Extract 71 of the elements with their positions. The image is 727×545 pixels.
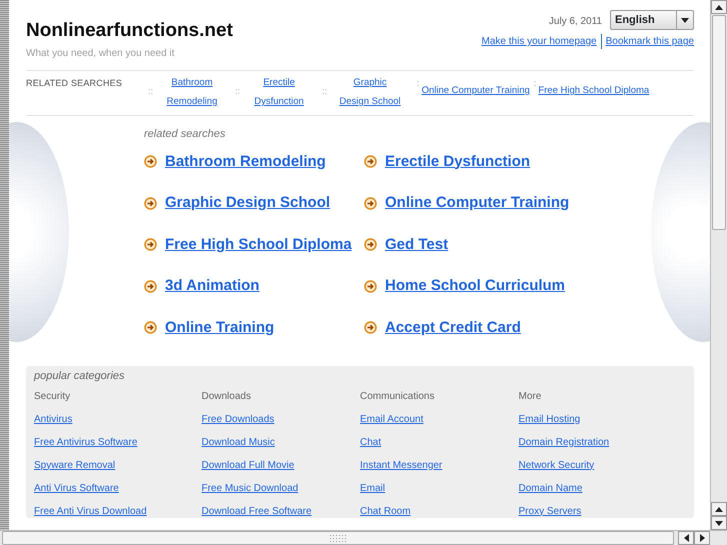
related-link[interactable]: Free High School Diploma bbox=[538, 84, 650, 98]
category-link[interactable]: Download Free Software bbox=[201, 506, 312, 516]
section-heading: popular categories bbox=[34, 369, 126, 384]
arrow-circle-icon bbox=[144, 155, 157, 168]
search-link[interactable]: Erectile Dysfunction bbox=[385, 150, 530, 173]
category-link[interactable]: Chat bbox=[360, 436, 382, 448]
date-text: July 6, 2011 bbox=[548, 15, 602, 29]
arrow-circle-icon bbox=[144, 280, 157, 293]
category-link[interactable]: Free Anti Virus Download bbox=[34, 506, 147, 516]
up-arrow-icon bbox=[715, 4, 723, 10]
related-link[interactable]: Online Computer Training bbox=[422, 84, 530, 98]
category-title: Security bbox=[34, 390, 72, 404]
down-arrow-icon bbox=[715, 520, 723, 526]
category-title: More bbox=[518, 390, 542, 404]
category-link[interactable]: Chat Room bbox=[360, 506, 411, 516]
arrow-circle-icon bbox=[364, 280, 377, 293]
left-arrow-icon bbox=[684, 534, 688, 542]
search-link[interactable]: Graphic Design School bbox=[165, 192, 330, 214]
arrow-circle-icon bbox=[364, 238, 377, 252]
search-link[interactable]: Ged Test bbox=[385, 234, 448, 256]
separator: :: bbox=[321, 85, 328, 98]
arrow-circle-icon bbox=[364, 321, 377, 334]
section-heading: related searches bbox=[144, 127, 226, 142]
arrow-circle-icon bbox=[364, 155, 377, 168]
category-link[interactable]: Network Security bbox=[518, 460, 594, 470]
vertical-scrollbar[interactable] bbox=[710, 0, 727, 530]
up-arrow-icon bbox=[715, 506, 723, 512]
caret-icon bbox=[681, 18, 689, 22]
separator: : bbox=[416, 77, 421, 90]
category-link[interactable]: Instant Messenger bbox=[360, 460, 442, 470]
category-link[interactable]: Spyware Removal bbox=[34, 460, 116, 470]
arrow-circle-icon bbox=[144, 321, 157, 334]
site-tagline: What you need, when you need it bbox=[26, 46, 176, 61]
separator: :: bbox=[234, 85, 240, 98]
header-link[interactable]: Make this your homepage bbox=[482, 34, 597, 49]
category-link[interactable]: Antivirus bbox=[34, 414, 72, 424]
arrow-circle-icon bbox=[364, 196, 377, 210]
search-link[interactable]: Bathroom Remodeling bbox=[165, 150, 326, 173]
related-link[interactable]: Erectile Dysfunction bbox=[240, 73, 318, 111]
category-title: Communications bbox=[360, 390, 436, 404]
site-title: Nonlinearfunctions.net bbox=[26, 21, 233, 42]
search-link[interactable]: Accept Credit Card bbox=[385, 316, 521, 339]
category-link[interactable]: Email Account bbox=[360, 414, 424, 424]
category-title: Downloads bbox=[201, 390, 252, 404]
category-link[interactable]: Free Antivirus Software bbox=[34, 436, 138, 448]
category-link[interactable]: Domain Name bbox=[518, 482, 582, 494]
search-link[interactable]: Online Training bbox=[165, 316, 274, 339]
arrow-circle-icon bbox=[144, 196, 157, 210]
category-link[interactable]: Download Music bbox=[201, 436, 275, 448]
category-link[interactable]: Email bbox=[360, 482, 386, 494]
search-link[interactable]: Home School Curriculum bbox=[385, 275, 566, 298]
header-link[interactable]: Bookmark this page bbox=[600, 34, 694, 49]
arrow-circle-icon bbox=[144, 238, 157, 252]
category-link[interactable]: Free Downloads bbox=[201, 414, 274, 424]
category-link[interactable]: Download Full Movie bbox=[201, 460, 294, 470]
category-link[interactable]: Email Hosting bbox=[518, 414, 580, 424]
search-link[interactable]: 3d Animation bbox=[165, 275, 260, 298]
right-arrow-icon bbox=[700, 534, 704, 542]
search-link[interactable]: Online Computer Training bbox=[385, 192, 570, 214]
language-select[interactable]: English bbox=[610, 10, 694, 30]
category-link[interactable]: Free Music Download bbox=[201, 482, 298, 494]
related-link[interactable]: Bathroom Remodeling bbox=[153, 73, 232, 111]
category-link[interactable]: Proxy Servers bbox=[518, 506, 582, 516]
scrollbar-thumb[interactable] bbox=[712, 15, 726, 230]
category-link[interactable]: Anti Virus Software bbox=[34, 482, 119, 494]
category-link[interactable]: Domain Registration bbox=[518, 436, 610, 448]
separator: : bbox=[532, 77, 538, 90]
search-link[interactable]: Free High School Diploma bbox=[165, 234, 352, 256]
bar-label: RELATED SEARCHES bbox=[26, 77, 124, 90]
separator: :: bbox=[147, 85, 154, 98]
related-link[interactable]: Graphic Design School bbox=[327, 73, 414, 111]
